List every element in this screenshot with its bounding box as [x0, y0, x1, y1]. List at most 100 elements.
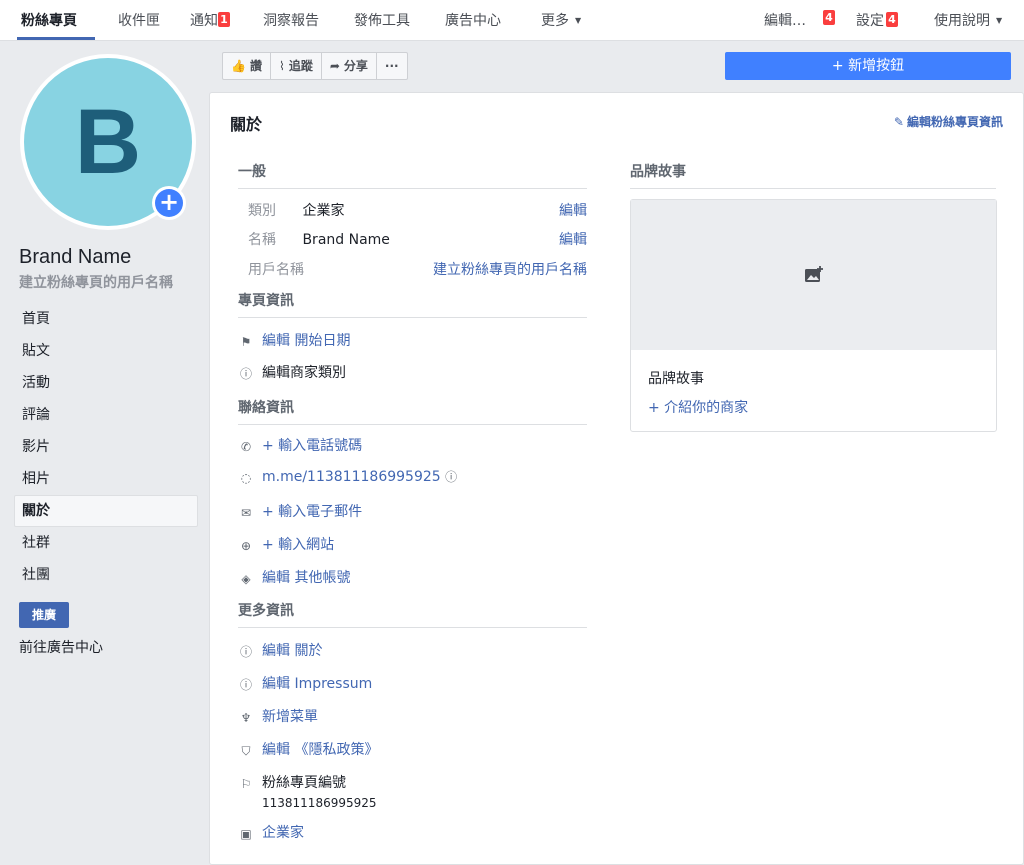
- sidebar-item-photos[interactable]: 相片: [14, 463, 198, 495]
- nav-edit[interactable]: 編輯…: [764, 10, 806, 30]
- chevron-down-icon: ▼: [996, 16, 1003, 25]
- privacy-row[interactable]: ⛉ 編輯 《隱私政策》: [238, 739, 378, 760]
- edit-name-link[interactable]: 編輯: [559, 229, 587, 249]
- phone-icon: ✆: [240, 440, 252, 454]
- other-accounts-row[interactable]: ◈ 編輯 其他帳號: [238, 567, 350, 588]
- other-accounts-label: 編輯 其他帳號: [262, 570, 351, 586]
- info-icon: ⓘ: [239, 645, 252, 659]
- brand-story-image-placeholder[interactable]: [631, 200, 996, 350]
- share-label: 分享: [343, 59, 368, 73]
- username-key: 用戶名稱: [248, 262, 304, 278]
- edit-category-link[interactable]: 編輯: [559, 200, 587, 220]
- like-button[interactable]: 👍 讚: [223, 53, 271, 79]
- briefcase-icon: ▣: [240, 827, 252, 841]
- section-contact-heading: 聯絡資訊: [238, 397, 587, 425]
- shield-icon: ⛉: [241, 744, 251, 758]
- category-footer-row[interactable]: ▣ 企業家: [238, 822, 304, 843]
- email-row[interactable]: ✉ + 輸入電子郵件: [238, 501, 362, 522]
- nav-page[interactable]: 粉絲專頁: [21, 10, 77, 30]
- envelope-icon: ✉: [240, 506, 252, 520]
- promote-button[interactable]: 推廣: [19, 602, 69, 628]
- start-date-label: 編輯 開始日期: [262, 333, 351, 349]
- info-icon[interactable]: ⓘ: [445, 470, 457, 484]
- page-name: Brand Name: [19, 246, 132, 268]
- add-profile-picture-button[interactable]: +: [152, 186, 186, 220]
- category-row: 類別 企業家 編輯: [248, 200, 587, 220]
- nav-notifications-label: 通知: [190, 13, 218, 29]
- business-category-label: 編輯商家類別: [262, 365, 346, 381]
- info-icon: ⓘ: [239, 678, 252, 692]
- nav-notifications[interactable]: 通知 1: [190, 10, 230, 30]
- brand-story-heading: 品牌故事: [630, 161, 996, 189]
- section-more-info-heading: 更多資訊: [238, 600, 587, 628]
- share-arrow-icon: ➦: [329, 59, 340, 73]
- chevron-down-icon: ▼: [575, 16, 582, 25]
- sidebar-item-groups[interactable]: 社團: [14, 559, 198, 591]
- edit-about-label: 編輯 關於: [262, 643, 323, 659]
- nav-help[interactable]: 使用說明 ▼: [934, 10, 1002, 30]
- avatar-letter: B: [74, 91, 142, 193]
- website-row[interactable]: ⊕ + 輸入網站: [238, 534, 334, 555]
- follow-label: 追蹤: [288, 59, 313, 73]
- phone-label: + 輸入電話號碼: [262, 438, 363, 454]
- brand-story-title: 品牌故事: [648, 371, 704, 387]
- nav-publishing-tools[interactable]: 發佈工具: [354, 10, 410, 30]
- cube-icon: ◈: [241, 572, 251, 586]
- fork-knife-icon: ♆: [240, 711, 252, 725]
- nav-more[interactable]: 更多 ▼: [541, 10, 581, 30]
- thumbs-up-icon: 👍: [231, 59, 246, 73]
- nav-more-label: 更多: [541, 13, 569, 29]
- messenger-icon: ◌: [240, 471, 252, 485]
- add-photo-icon: [804, 266, 823, 282]
- edit-page-info-link[interactable]: ✎ 編輯粉絲專頁資訊: [894, 113, 1003, 130]
- plus-icon: +: [155, 189, 183, 217]
- name-key: 名稱: [248, 232, 276, 248]
- sidebar-nav: 首頁 貼文 活動 評論 影片 相片 關於 社群 社團: [14, 303, 198, 591]
- nav-ad-center[interactable]: 廣告中心: [445, 10, 501, 30]
- follow-button[interactable]: ⌇ 追蹤: [271, 53, 322, 79]
- create-username-action[interactable]: 建立粉絲專頁的用戶名稱: [433, 259, 587, 279]
- sidebar-item-community[interactable]: 社群: [14, 527, 198, 559]
- category-value: 企業家: [302, 203, 345, 219]
- impressum-row[interactable]: ⓘ 編輯 Impressum: [238, 673, 372, 693]
- name-row: 名稱 Brand Name 編輯: [248, 229, 587, 249]
- share-button[interactable]: ➦ 分享: [322, 53, 377, 79]
- edit-about-row[interactable]: ⓘ 編輯 關於: [238, 640, 322, 660]
- ad-center-link[interactable]: 前往廣告中心: [19, 637, 103, 657]
- info-icon: ⓘ: [239, 367, 252, 381]
- edit-badge-wrap[interactable]: 4: [823, 10, 835, 27]
- introduce-business-link[interactable]: + 介紹你的商家: [648, 397, 748, 417]
- more-options-button[interactable]: ···: [377, 53, 407, 79]
- business-category-row[interactable]: ⓘ 編輯商家類別: [238, 362, 346, 382]
- nav-insights[interactable]: 洞察報告: [263, 10, 319, 30]
- pencil-icon: ✎: [893, 115, 904, 129]
- name-value: Brand Name: [302, 232, 390, 248]
- start-date-row[interactable]: ⚑ 編輯 開始日期: [238, 330, 351, 351]
- page-id-value: 113811186995925: [262, 796, 377, 810]
- nav-help-label: 使用說明: [934, 13, 990, 29]
- globe-icon: ⊕: [240, 539, 252, 553]
- sidebar-item-home[interactable]: 首頁: [14, 303, 198, 335]
- messenger-row[interactable]: ◌ m.me/113811186995925 ⓘ: [238, 468, 457, 487]
- website-label: + 輸入網站: [262, 537, 335, 553]
- sidebar-item-events[interactable]: 活動: [14, 367, 198, 399]
- about-title: 關於: [230, 115, 263, 134]
- sidebar-item-posts[interactable]: 貼文: [14, 335, 198, 367]
- brand-story-card[interactable]: 品牌故事 + 介紹你的商家: [630, 199, 997, 432]
- sidebar-item-videos[interactable]: 影片: [14, 431, 198, 463]
- page-action-bar: 👍 讚 ⌇ 追蹤 ➦ 分享 ···: [222, 52, 408, 80]
- menu-label: 新增菜單: [262, 709, 318, 725]
- edit-badge: 4: [823, 10, 835, 25]
- sidebar-item-reviews[interactable]: 評論: [14, 399, 198, 431]
- nav-inbox[interactable]: 收件匣: [118, 10, 160, 30]
- create-username-link[interactable]: 建立粉絲專頁的用戶名稱: [19, 272, 173, 292]
- menu-row[interactable]: ♆ 新增菜單: [238, 706, 318, 727]
- sidebar-item-about[interactable]: 關於: [14, 495, 198, 527]
- phone-row[interactable]: ✆ + 輸入電話號碼: [238, 435, 362, 456]
- section-general-heading: 一般: [238, 161, 587, 189]
- section-page-info-heading: 專頁資訊: [238, 290, 587, 318]
- rss-icon: ⌇: [278, 59, 285, 73]
- add-button[interactable]: + 新增按鈕: [725, 52, 1011, 80]
- page-id-label: 粉絲專頁編號: [262, 775, 346, 791]
- nav-settings[interactable]: 設定 4: [856, 10, 898, 30]
